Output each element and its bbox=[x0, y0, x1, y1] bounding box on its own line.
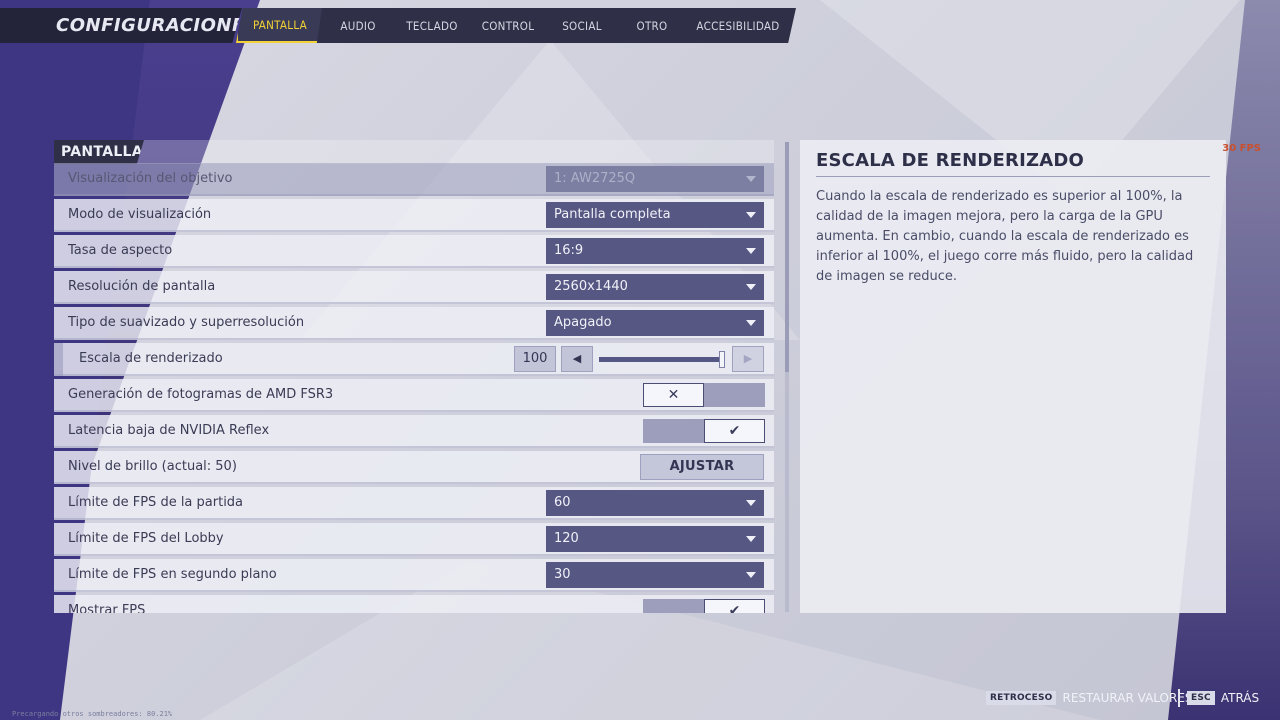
scrollbar-thumb[interactable] bbox=[785, 142, 789, 372]
setting-dropdown[interactable]: Apagado bbox=[546, 309, 764, 336]
render-scale-slider[interactable] bbox=[599, 351, 725, 368]
dropdown-value: 30 bbox=[554, 567, 571, 582]
setting-row[interactable]: Escala de renderizado 100 ◀ ▶ bbox=[54, 343, 774, 376]
setting-label: Tipo de suavizado y superresolución bbox=[68, 315, 305, 330]
tab-audio[interactable]: AUDIO bbox=[322, 8, 394, 43]
check-icon[interactable]: ✔ bbox=[704, 418, 765, 443]
tab-accesibilidad[interactable]: ACCESIBILIDAD bbox=[686, 8, 790, 43]
setting-label: Límite de FPS de la partida bbox=[68, 495, 244, 510]
info-title: ESCALA DE RENDERIZADO bbox=[816, 150, 1210, 177]
chevron-down-icon bbox=[746, 535, 756, 542]
setting-dropdown[interactable]: 120 bbox=[546, 525, 764, 552]
chevron-down-icon bbox=[746, 211, 756, 218]
chevron-down-icon bbox=[746, 247, 756, 254]
dropdown-value: Pantalla completa bbox=[554, 207, 671, 222]
setting-label: Límite de FPS del Lobby bbox=[68, 531, 224, 546]
setting-row[interactable]: Resolución de pantalla 2560x1440 bbox=[54, 271, 774, 304]
setting-row[interactable]: Modo de visualización Pantalla completa bbox=[54, 199, 774, 232]
dropdown-value: 60 bbox=[554, 495, 571, 510]
shader-preload-status: Precargando otros sombreadores: 80.21% bbox=[12, 710, 173, 718]
section-header: PANTALLA bbox=[54, 140, 144, 164]
setting-row[interactable]: Mostrar FPS ✔ bbox=[54, 595, 774, 613]
settings-list: Visualización del objetivo 1: AW2725Q Modo… bbox=[54, 163, 774, 613]
setting-label: Escala de renderizado bbox=[79, 351, 223, 366]
page-title: CONFIGURACIONES bbox=[56, 15, 259, 36]
setting-dropdown: 1: AW2725Q bbox=[546, 165, 764, 192]
setting-label: Tasa de aspecto bbox=[68, 243, 173, 258]
info-panel: ESCALA DE RENDERIZADO Cuando la escala d… bbox=[800, 140, 1226, 613]
fps-counter: 30 FPS bbox=[1222, 143, 1261, 154]
chevron-down-icon bbox=[746, 499, 756, 506]
toggle-on-segment[interactable] bbox=[704, 382, 765, 407]
setting-dropdown[interactable]: 2560x1440 bbox=[546, 273, 764, 300]
chevron-down-icon bbox=[746, 571, 756, 578]
setting-row[interactable]: Nivel de brillo (actual: 50) AJUSTAR bbox=[54, 451, 774, 484]
setting-dropdown[interactable]: Pantalla completa bbox=[546, 201, 764, 228]
esc-key-badge: ESC bbox=[1187, 691, 1215, 705]
setting-row[interactable]: Generación de fotogramas de AMD FSR3 ✕ bbox=[54, 379, 774, 412]
increase-arrow-icon[interactable]: ▶ bbox=[732, 345, 764, 372]
slider-thumb[interactable] bbox=[719, 351, 725, 368]
restore-label: RESTAURAR VALORES bbox=[1062, 691, 1193, 705]
setting-row[interactable]: Visualización del objetivo 1: AW2725Q bbox=[54, 163, 774, 196]
setting-toggle[interactable]: ✕ bbox=[643, 382, 765, 407]
tab-control[interactable]: CONTROL bbox=[470, 8, 546, 43]
setting-label: Latencia baja de NVIDIA Reflex bbox=[68, 423, 270, 438]
dropdown-value: 2560x1440 bbox=[554, 279, 628, 294]
setting-label: Resolución de pantalla bbox=[68, 279, 216, 294]
slider-fill bbox=[599, 357, 725, 362]
hint-divider bbox=[1178, 689, 1180, 707]
setting-label: Mostrar FPS bbox=[68, 603, 146, 613]
setting-label: Nivel de brillo (actual: 50) bbox=[68, 459, 237, 474]
restore-key-badge: RETROCESO bbox=[986, 691, 1057, 705]
back-button[interactable]: ESC ATRÁS bbox=[1178, 689, 1260, 707]
restore-defaults-button[interactable]: RETROCESO RESTAURAR VALORES bbox=[986, 689, 1193, 707]
settings-scrollbar[interactable] bbox=[785, 142, 789, 612]
dropdown-value: 1: AW2725Q bbox=[554, 171, 636, 186]
section-header-bar bbox=[54, 140, 774, 164]
toggle-off-segment[interactable] bbox=[643, 418, 704, 443]
dropdown-value: 16:9 bbox=[554, 243, 584, 258]
section-title: PANTALLA bbox=[61, 144, 143, 160]
setting-row[interactable]: Tasa de aspecto 16:9 bbox=[54, 235, 774, 268]
tab-otro[interactable]: OTRO bbox=[618, 8, 686, 43]
setting-row[interactable]: Límite de FPS de la partida 60 bbox=[54, 487, 774, 520]
setting-label: Límite de FPS en segundo plano bbox=[68, 567, 277, 582]
tab-bar: PANTALLA AUDIO TECLADO CONTROL SOCIAL OTRO ACC… bbox=[236, 8, 796, 43]
setting-row[interactable]: Límite de FPS del Lobby 120 bbox=[54, 523, 774, 556]
chevron-down-icon bbox=[746, 319, 756, 326]
dropdown-value: Apagado bbox=[554, 315, 612, 330]
top-navigation: CONFIGURACIONES PANTALLA AUDIO TECLADO CONT… bbox=[0, 8, 800, 43]
setting-row[interactable]: Latencia baja de NVIDIA Reflex ✔ bbox=[54, 415, 774, 448]
setting-toggle[interactable]: ✔ bbox=[643, 418, 765, 443]
setting-row[interactable]: Tipo de suavizado y superresolución Apaga… bbox=[54, 307, 774, 340]
setting-dropdown[interactable]: 16:9 bbox=[546, 237, 764, 264]
setting-row[interactable]: Límite de FPS en segundo plano 30 bbox=[54, 559, 774, 592]
back-label: ATRÁS bbox=[1220, 691, 1260, 705]
dropdown-value: 120 bbox=[554, 531, 579, 546]
setting-dropdown[interactable]: 60 bbox=[546, 489, 764, 516]
toggle-off-segment[interactable] bbox=[643, 598, 704, 613]
setting-label: Modo de visualización bbox=[68, 207, 212, 222]
setting-label: Visualización del objetivo bbox=[68, 171, 233, 186]
tab-social[interactable]: SOCIAL bbox=[546, 8, 618, 43]
check-icon[interactable]: ✔ bbox=[704, 598, 765, 613]
info-description: Cuando la escala de renderizado es super… bbox=[816, 189, 1194, 284]
cross-icon[interactable]: ✕ bbox=[643, 382, 704, 407]
adjust-brightness-button[interactable]: AJUSTAR bbox=[640, 453, 764, 480]
settings-title-block: CONFIGURACIONES bbox=[0, 8, 242, 43]
render-scale-value[interactable]: 100 bbox=[514, 345, 556, 372]
chevron-down-icon bbox=[746, 283, 756, 290]
setting-dropdown[interactable]: 30 bbox=[546, 561, 764, 588]
setting-toggle[interactable]: ✔ bbox=[643, 598, 765, 613]
chevron-down-icon bbox=[746, 175, 756, 182]
decrease-arrow-icon[interactable]: ◀ bbox=[561, 345, 593, 372]
setting-label: Generación de fotogramas de AMD FSR3 bbox=[68, 387, 334, 402]
tab-pantalla[interactable]: PANTALLA bbox=[236, 8, 322, 43]
tab-teclado[interactable]: TECLADO bbox=[394, 8, 470, 43]
